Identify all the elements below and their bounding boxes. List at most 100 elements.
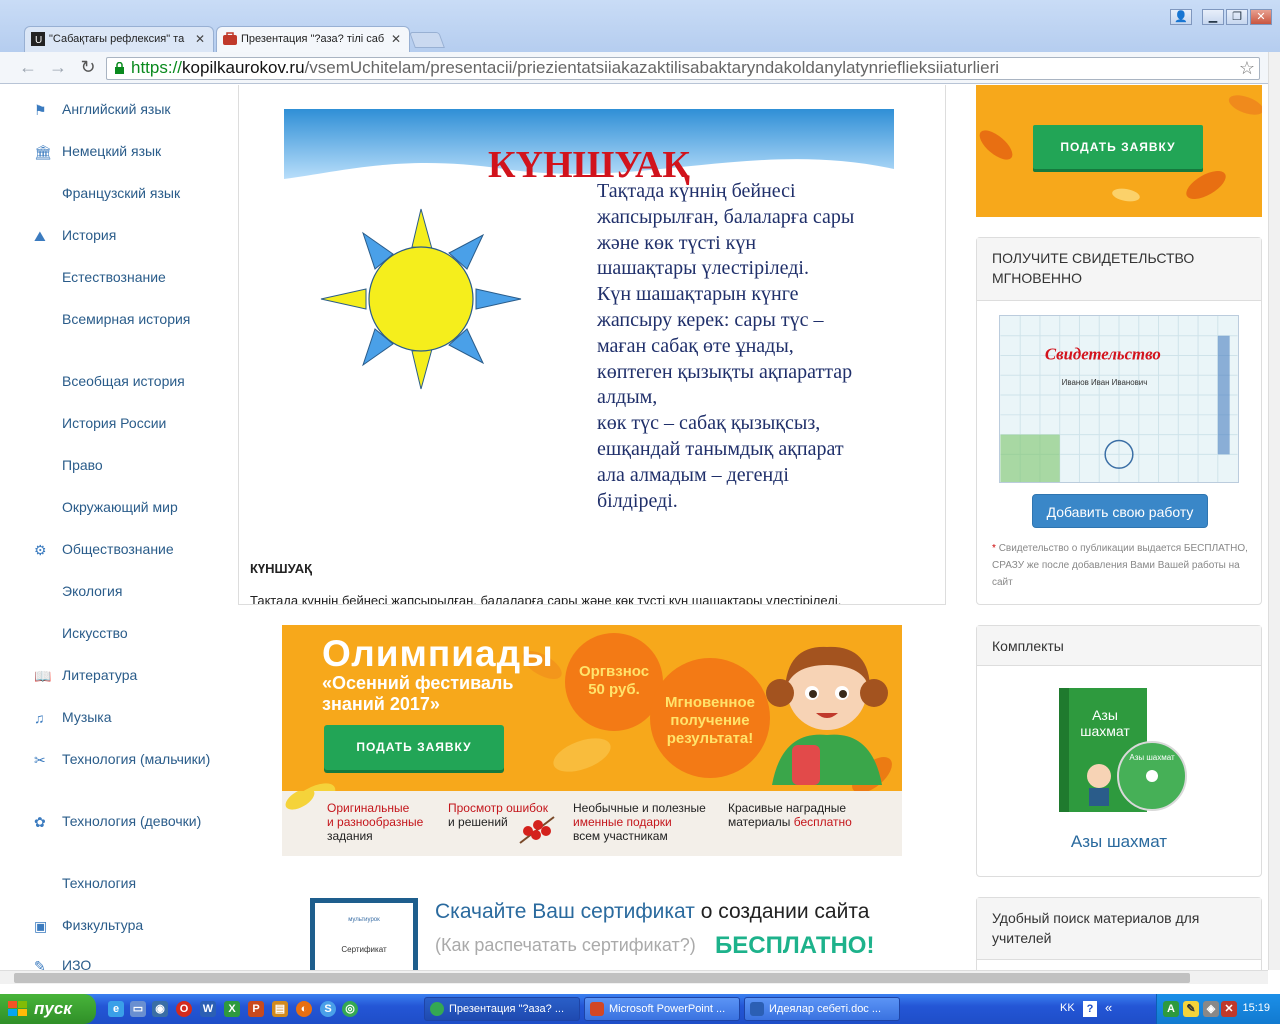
feature-original-tasks: Оригинальные и разнообразные задания [327,801,424,843]
top-ad-apply-button[interactable]: ПОДАТЬ ЗАЯВКУ [1033,125,1203,169]
word-quick-icon[interactable]: W [200,1001,216,1017]
url-host: kopilkaurokov.ru [182,58,305,77]
page-viewport: ⚑ Английский язык 🏛 Немецкий язык Французски… [0,85,1268,970]
more-arrows-icon[interactable]: « [1105,1000,1112,1015]
music-icon: ♫ [34,710,45,726]
kopilkaurokov-favicon-icon [223,32,237,45]
olympiad-title: Олимпиады [322,633,554,674]
tray-pen-icon[interactable]: ✎ [1183,1001,1199,1017]
svg-text:Азы шахмат: Азы шахмат [1129,753,1175,762]
media-icon[interactable]: ◉ [152,1001,168,1017]
kits-panel-heading: Комплекты [977,626,1261,666]
restore-icon[interactable]: ❐ [1226,9,1248,25]
powerpoint-quick-icon[interactable]: P [248,1001,264,1017]
kit-name-link[interactable]: Азы шахмат [977,832,1261,852]
url-scheme: https:// [131,58,183,77]
german-icon: 🏛 [34,144,52,160]
tab-title: Презентация "?аза? тілі саб [241,33,385,45]
taskbar-task-word[interactable]: Идеялар себеті.doc ... [744,997,900,1021]
art-icon: ✎ [34,958,46,970]
olympiad-apply-button[interactable]: ПОДАТЬ ЗАЯВКУ [324,725,504,770]
folder-icon[interactable]: ▤ [272,1001,288,1017]
history-icon: ⛰ [34,228,46,244]
bookmark-star-icon[interactable]: ☆ [1239,58,1255,78]
book-icon: 📖 [34,668,52,684]
sewing-icon: ✿ [34,814,46,830]
new-tab-button[interactable] [409,32,445,48]
sidebar-item-label: Немецкий язык [62,143,162,159]
reload-icon[interactable]: ↻ [76,56,100,80]
firefox-icon[interactable]: ◐ [296,1001,312,1017]
thumbnail-label: Сертификат [341,945,387,954]
page-vertical-scrollbar[interactable] [1268,52,1280,970]
sidebar-item-label: Искусство [62,625,128,641]
certificate-panel: ПОЛУЧИТЕ СВИДЕТЕЛЬСТВО МГНОВЕННО Свидете… [976,237,1262,605]
add-work-button[interactable]: Добавить свою работу [1032,494,1208,528]
sidebar-item-label: ИЗО [62,957,92,970]
url-path: /vsemUchitelam/presentacii/priezientatsi… [304,58,1000,77]
user-icon[interactable]: 👤 [1170,9,1192,25]
search-panel: Удобный поиск материалов для учителей [976,897,1262,970]
excel-quick-icon[interactable]: X [224,1001,240,1017]
back-icon[interactable]: ← [16,56,40,80]
presentation-content: КҮНШУАҚ Тақтада күннің бейнесі жапсырылғ… [238,85,946,605]
tray-security-icon[interactable]: ◈ [1203,1001,1219,1017]
forward-icon[interactable]: → [46,56,70,80]
minimize-icon[interactable]: ▁ [1202,9,1224,25]
browser-tab-1[interactable]: U "Сабақтағы рефлексия" та ✕ [24,26,214,52]
chrome-quick-icon[interactable]: ◎ [342,1001,358,1017]
page-horizontal-scrollbar[interactable] [0,970,1268,984]
certificate-sample-image[interactable]: Свидетельство Иванов Иван Иванович [999,315,1239,483]
sidebar-item-label: История [62,227,117,243]
content-heading: КҮНШУАҚ [250,561,313,576]
windows-taskbar: пуск e ▭ ◉ O W X P ▤ ◐ S ◎ Презентация "… [0,994,1280,1024]
free-label: БЕСПЛАТНО! [715,932,875,959]
close-tab-icon[interactable]: ✕ [195,27,205,51]
top-ad-banner[interactable]: ПОДАТЬ ЗАЯВКУ [976,85,1262,217]
english-icon: ⚑ [34,102,47,118]
clock: 15:19 [1242,1002,1270,1014]
desktop-icon[interactable]: ▭ [130,1001,146,1017]
ie-icon[interactable]: e [108,1001,124,1017]
tab-title: "Сабақтағы рефлексия" та [49,33,185,45]
kits-panel: Комплекты Азы шахмат Азы шахмат Азы шахм… [976,625,1262,877]
sidebar-item-label: Экология [62,583,123,599]
language-indicator[interactable]: KK [1060,1002,1075,1014]
sport-icon: ▣ [34,918,48,934]
horizontal-scrollbar-thumb[interactable] [14,973,1190,983]
feature-review-errors: Просмотр ошибок и решений [448,801,548,829]
taskbar-task-chrome[interactable]: Презентация "?аза? ... [424,997,580,1021]
tray-a-icon[interactable]: A [1163,1001,1179,1017]
taskbar-task-powerpoint[interactable]: Microsoft PowerPoint ... [584,997,740,1021]
certificate-banner[interactable]: мультиурок Сертификат Скачайте Ваш серти… [310,898,910,970]
sidebar-item-label: Окружающий мир [62,499,178,515]
chess-kit-image[interactable]: Азы шахмат Азы шахмат [1057,686,1187,816]
start-button[interactable]: пуск [0,994,96,1024]
leaf-icon [285,791,315,810]
how-to-print-link[interactable]: (Как распечатать сертификат?) [435,935,696,956]
address-bar[interactable]: https://kopilkaurokov.ru/vsemUchitelam/p… [106,57,1260,80]
sidebar-item-label: Естествознание [62,269,166,285]
slide-body-text: Тақтада күннің бейнесі жапсырылған, бала… [597,180,855,512]
browser-tab-2[interactable]: Презентация "?аза? тілі саб ✕ [216,26,410,52]
skype-icon[interactable]: S [320,1001,336,1017]
sidebar-item-label: Всеобщая история [62,373,185,389]
society-icon: ⚙ [34,542,47,558]
close-tab-icon[interactable]: ✕ [391,27,401,51]
svg-text:Иванов Иван Иванович: Иванов Иван Иванович [1062,378,1148,387]
olympiad-banner[interactable]: Олимпиады «Осенний фестиваль знаний 2017… [282,625,902,856]
svg-text:Азы: Азы [1092,707,1118,723]
tray-network-icon[interactable]: ✕ [1221,1001,1237,1017]
feature-named-gifts: Необычные и полезные именные подарки все… [573,801,706,843]
content-description: Тақтада күннің бейнесі жапсырылған, бала… [250,593,842,605]
thumbnail-brand: мультиурок [348,917,380,923]
opera-icon[interactable]: O [176,1001,192,1017]
help-icon[interactable]: ? [1083,1001,1097,1017]
sun-icon [320,208,522,390]
certificate-note: * Свидетельство о публикации выдается БЕ… [992,543,1248,588]
tools-icon: ✂ [34,752,46,768]
svg-text:U: U [35,35,42,46]
ustatv-favicon-icon: U [31,32,45,46]
close-icon[interactable]: ✕ [1250,9,1272,25]
presentation-slide: КҮНШУАҚ Тақтада күннің бейнесі жапсырылғ… [284,109,894,524]
